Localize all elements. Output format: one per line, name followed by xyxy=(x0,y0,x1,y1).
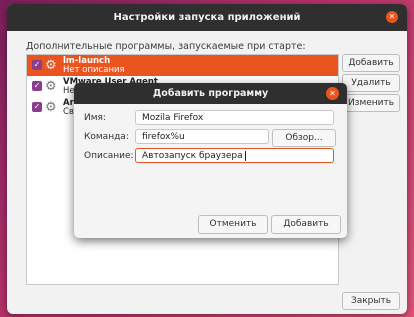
dialog-titlebar: Добавить программу ✕ xyxy=(74,83,347,104)
list-item-lm-launch[interactable]: ✓ ⚙ lm-launch Нет описания xyxy=(27,55,338,76)
gears-icon: ⚙ xyxy=(45,79,57,94)
checkbox-icon[interactable]: ✓ xyxy=(32,102,42,112)
dialog-add-button[interactable]: Добавить xyxy=(271,215,341,234)
name-label: Имя: xyxy=(84,113,106,123)
window-titlebar: Настройки запуска приложений ✕ xyxy=(7,4,407,31)
command-input[interactable]: firefox%u xyxy=(135,129,269,144)
gears-icon: ⚙ xyxy=(45,58,57,73)
close-button[interactable]: Закрыть xyxy=(342,292,400,310)
command-label: Команда: xyxy=(84,132,129,142)
description-input[interactable]: Автозапуск браузера xyxy=(135,148,334,163)
add-program-dialog: Добавить программу ✕ Имя: Mozila Firefox… xyxy=(74,83,347,238)
dialog-title: Добавить программу xyxy=(152,88,269,99)
remove-button[interactable]: Удалить xyxy=(342,74,400,92)
browse-button[interactable]: Обзор... xyxy=(272,129,336,147)
description-label: Описание: xyxy=(84,151,134,161)
name-input[interactable]: Mozila Firefox xyxy=(135,110,334,125)
window-close-button[interactable]: ✕ xyxy=(386,11,398,23)
window-title: Настройки запуска приложений xyxy=(113,12,301,23)
programs-list-label: Дополнительные программы, запускаемые пр… xyxy=(26,41,306,52)
list-item-description: Нет описания xyxy=(63,65,125,75)
checkbox-icon[interactable]: ✓ xyxy=(32,81,42,91)
checkbox-icon[interactable]: ✓ xyxy=(32,60,42,70)
description-value: Автозапуск браузера xyxy=(142,151,243,161)
gears-icon: ⚙ xyxy=(45,100,57,115)
edit-button[interactable]: Изменить xyxy=(342,94,400,112)
add-button[interactable]: Добавить xyxy=(342,54,400,72)
dialog-close-button[interactable]: ✕ xyxy=(326,87,339,100)
cancel-button[interactable]: Отменить xyxy=(198,215,268,234)
text-cursor xyxy=(244,150,246,161)
